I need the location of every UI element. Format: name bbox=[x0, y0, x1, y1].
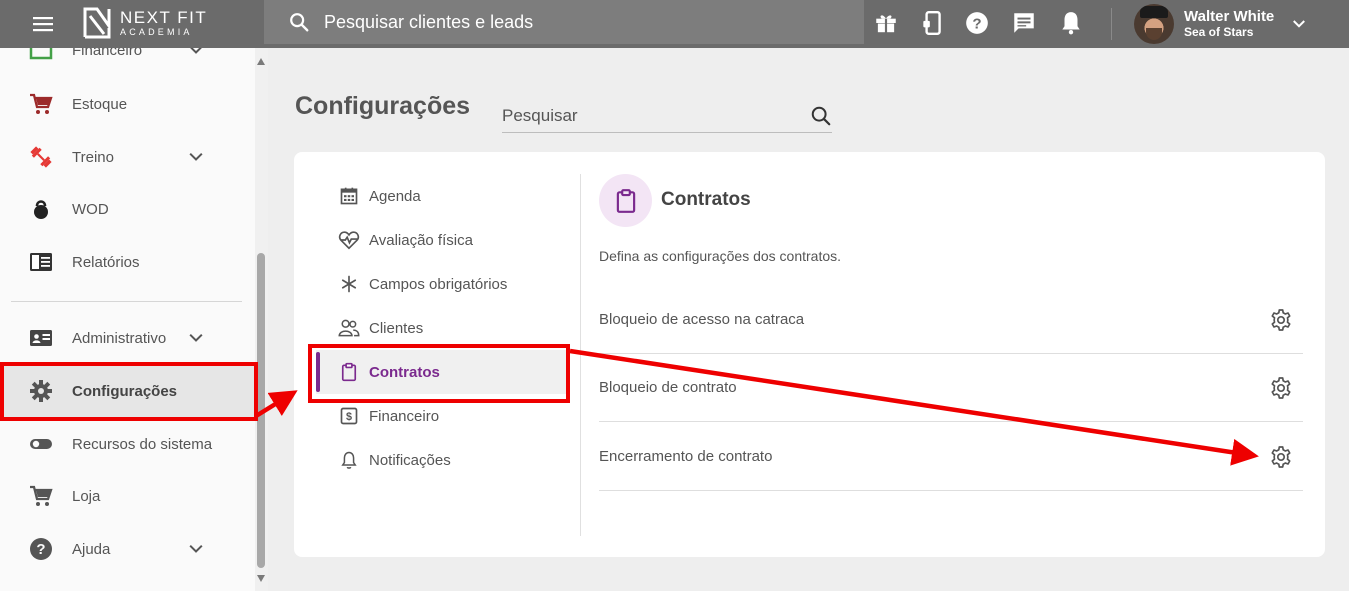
avatar bbox=[1134, 4, 1174, 44]
dumbbell-icon bbox=[29, 145, 53, 169]
sidebar-item-relatorios[interactable]: Relatórios bbox=[0, 236, 255, 288]
user-name: Walter White bbox=[1184, 8, 1275, 26]
id-card-icon bbox=[29, 326, 53, 350]
scrollbar-thumb[interactable] bbox=[257, 253, 265, 568]
sidebar-item-wod[interactable]: WOD bbox=[0, 183, 255, 235]
calendar-icon bbox=[338, 185, 360, 207]
sidebar-item-label: WOD bbox=[72, 200, 109, 218]
sidebar-item-administrativo[interactable]: Administrativo bbox=[0, 312, 255, 364]
hamburger-menu-icon[interactable] bbox=[31, 12, 55, 36]
sidebar-scrollbar[interactable] bbox=[255, 48, 268, 591]
card-divider bbox=[580, 174, 581, 536]
option-label: Bloqueio de contrato bbox=[599, 379, 737, 396]
config-nav-campos-obrigatorios[interactable]: Campos obrigatórios bbox=[316, 262, 566, 306]
config-nav-label: Avaliação física bbox=[369, 231, 473, 249]
user-unit: Sea of Stars bbox=[1184, 24, 1254, 39]
section-title: Contratos bbox=[661, 189, 751, 210]
config-nav-avaliacao-fisica[interactable]: Avaliação física bbox=[316, 218, 566, 262]
svg-text:?: ? bbox=[972, 15, 981, 32]
search-icon bbox=[290, 13, 309, 32]
sidebar-item-label: Financeiro bbox=[72, 48, 143, 59]
option-row-encerramento-contrato: Encerramento de contrato bbox=[599, 423, 1303, 491]
page-title: Configurações bbox=[295, 92, 471, 120]
top-bar: NEXT FIT ACADEMIA ? Walter White Sea of … bbox=[0, 0, 1349, 48]
sidebar-item-financeiro[interactable]: Financeiro bbox=[0, 48, 255, 76]
config-nav-notificacoes[interactable]: Notificações bbox=[316, 438, 566, 482]
chat-icon[interactable] bbox=[1011, 10, 1037, 36]
cart-icon bbox=[29, 484, 53, 508]
kettlebell-icon bbox=[29, 197, 53, 221]
bell-icon[interactable] bbox=[1058, 10, 1084, 36]
option-label: Bloqueio de acesso na catraca bbox=[599, 311, 805, 328]
chevron-down-icon bbox=[189, 544, 203, 553]
chevron-down-icon bbox=[189, 152, 203, 161]
brand-logo[interactable]: NEXT FIT ACADEMIA bbox=[82, 6, 207, 40]
global-search[interactable] bbox=[264, 0, 864, 44]
option-row-bloqueio-acesso-catraca: Bloqueio de acesso na catraca bbox=[599, 286, 1303, 354]
svg-text:?: ? bbox=[36, 541, 45, 558]
option-row-bloqueio-contrato: Bloqueio de contrato bbox=[599, 354, 1303, 422]
settings-gear-icon[interactable] bbox=[1269, 308, 1293, 332]
settings-gear-icon[interactable] bbox=[1269, 445, 1293, 469]
chevron-down-icon bbox=[189, 333, 203, 342]
section-clipboard-icon bbox=[599, 174, 652, 227]
scroll-up-arrow-icon[interactable] bbox=[257, 58, 265, 65]
config-nav-label: Campos obrigatórios bbox=[369, 275, 508, 293]
sidebar-item-loja[interactable]: Loja bbox=[0, 470, 255, 522]
logo-mark-icon bbox=[83, 7, 111, 39]
brand-name: NEXT FIT bbox=[120, 8, 208, 27]
dollar-icon: $ bbox=[338, 405, 360, 427]
top-bar-divider bbox=[1111, 8, 1112, 40]
config-nav-label: Agenda bbox=[369, 187, 421, 205]
user-menu[interactable]: Walter White Sea of Stars bbox=[1134, 4, 1308, 44]
sidebar-item-label: Estoque bbox=[72, 95, 128, 113]
brand-subtitle: ACADEMIA bbox=[120, 27, 193, 37]
sidebar-item-label: Relatórios bbox=[72, 253, 140, 271]
annotation-box-configuracoes bbox=[0, 362, 258, 421]
sidebar: Financeiro Estoque Treino WOD Relatórios… bbox=[0, 48, 268, 591]
scroll-down-arrow-icon[interactable] bbox=[257, 575, 265, 582]
bell-outline-icon bbox=[338, 449, 360, 471]
sidebar-item-label: Recursos do sistema bbox=[72, 435, 213, 453]
search-icon[interactable] bbox=[810, 105, 832, 127]
sidebar-item-label: Administrativo bbox=[72, 329, 167, 347]
config-nav-agenda[interactable]: Agenda bbox=[316, 174, 566, 218]
config-nav-label: Notificações bbox=[369, 451, 451, 469]
sidebar-item-recursos-do-sistema[interactable]: Recursos do sistema bbox=[0, 418, 255, 470]
cart-icon bbox=[29, 92, 53, 116]
annotation-box-contratos bbox=[308, 344, 570, 403]
option-label: Encerramento de contrato bbox=[599, 448, 773, 465]
people-icon bbox=[338, 317, 360, 339]
sidebar-item-label: Ajuda bbox=[72, 540, 111, 558]
chevron-down-icon bbox=[190, 48, 202, 54]
help-icon: ? bbox=[29, 537, 53, 561]
section-description: Defina as configurações dos contratos. bbox=[599, 248, 842, 264]
config-nav-label: Financeiro bbox=[369, 407, 440, 425]
sidebar-divider bbox=[11, 301, 242, 302]
heart-pulse-icon bbox=[338, 229, 360, 251]
sidebar-item-ajuda[interactable]: ? Ajuda bbox=[0, 523, 255, 575]
sidebar-item-treino[interactable]: Treino bbox=[0, 131, 255, 183]
svg-text:$: $ bbox=[346, 411, 352, 423]
mobile-icon[interactable] bbox=[919, 10, 945, 36]
gift-icon[interactable] bbox=[873, 10, 899, 36]
settings-gear-icon[interactable] bbox=[1269, 376, 1293, 400]
sidebar-item-label: Treino bbox=[72, 148, 114, 166]
sidebar-item-estoque[interactable]: Estoque bbox=[0, 78, 255, 130]
settings-search-input[interactable] bbox=[502, 105, 802, 126]
global-search-input[interactable] bbox=[324, 11, 824, 33]
help-icon[interactable]: ? bbox=[964, 10, 990, 36]
settings-search[interactable] bbox=[502, 99, 832, 133]
toggle-icon bbox=[29, 432, 53, 456]
config-nav-label: Clientes bbox=[369, 319, 424, 337]
report-icon bbox=[29, 250, 53, 274]
chevron-down-icon bbox=[1293, 20, 1306, 28]
asterisk-icon bbox=[338, 273, 360, 295]
sidebar-item-label: Loja bbox=[72, 487, 101, 505]
finance-icon bbox=[29, 48, 53, 62]
